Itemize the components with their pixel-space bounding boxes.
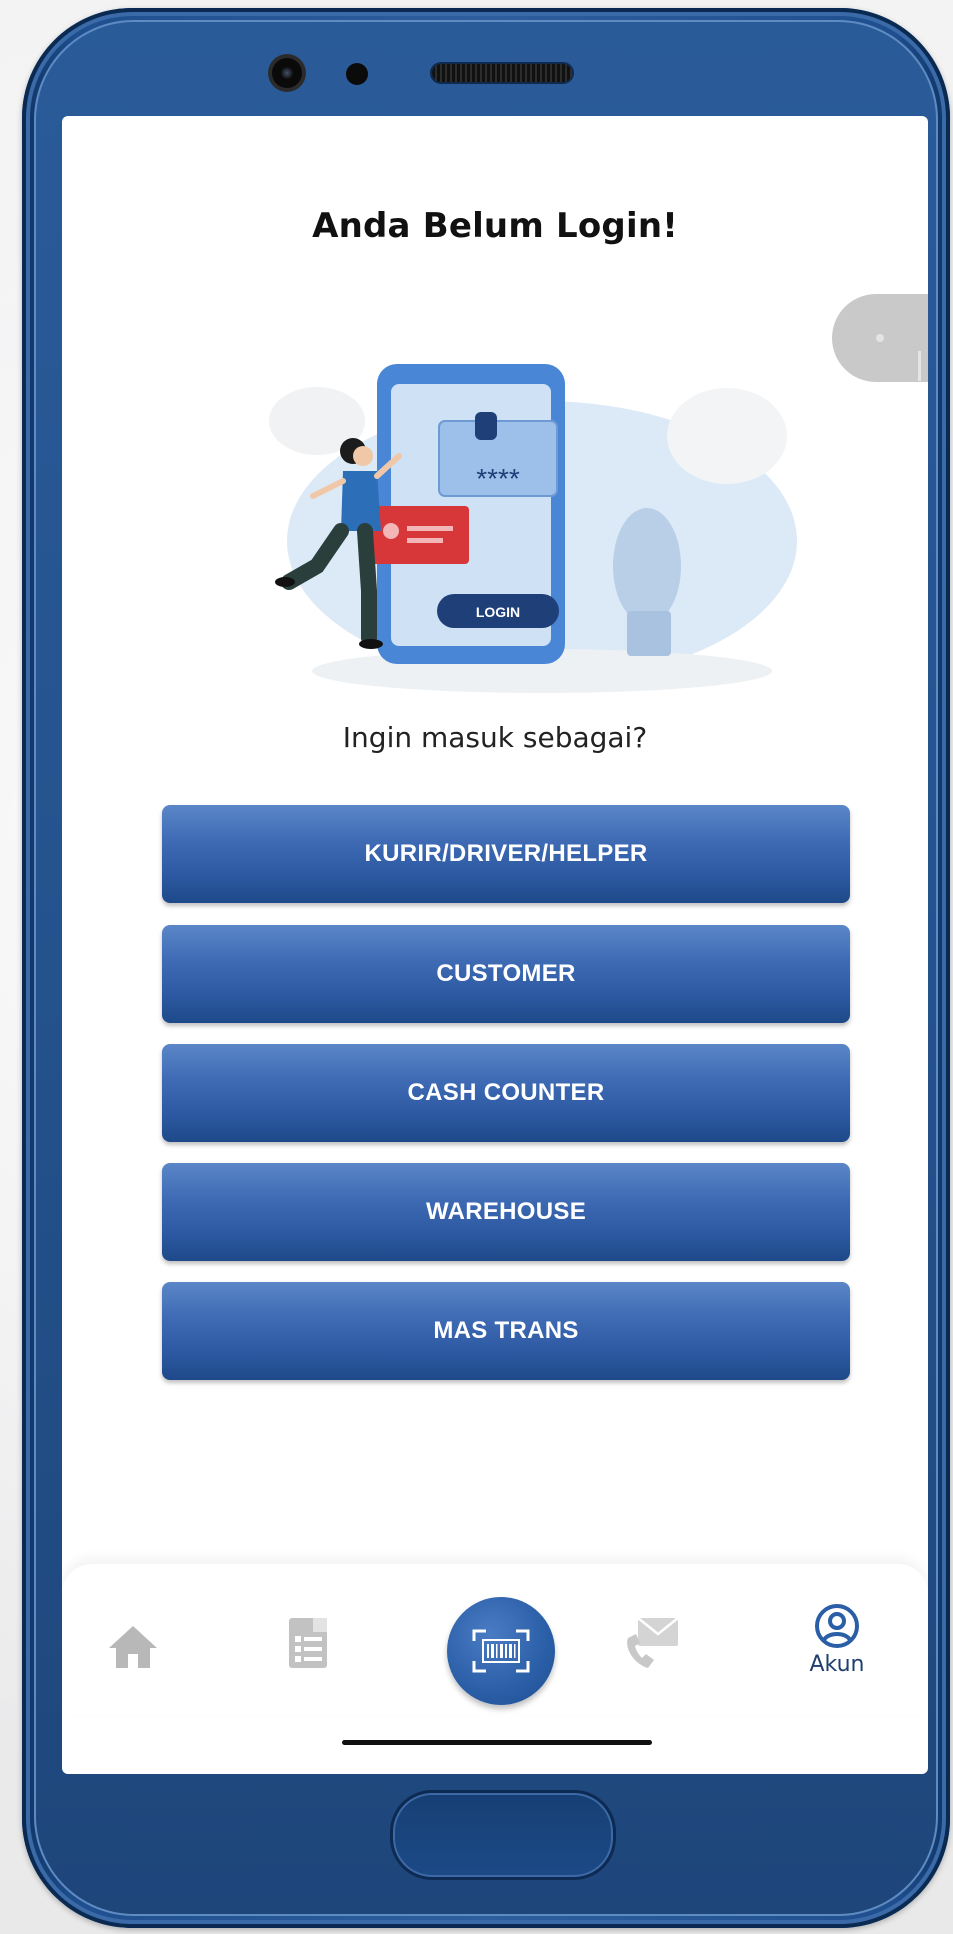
proximity-sensor [346, 63, 368, 85]
front-camera [272, 58, 302, 88]
illustration-login-label: LOGIN [476, 604, 520, 620]
woman-leg [357, 523, 377, 646]
lock-icon [475, 412, 497, 440]
id-card-line [407, 538, 443, 543]
role-button-label: WAREHOUSE [425, 1198, 587, 1225]
role-prompt: Ingin masuk sebagai? [342, 721, 648, 754]
nav-contact[interactable] [620, 1614, 682, 1672]
role-button-label: MAS TRANS [433, 1317, 579, 1344]
role-button-customer[interactable]: CUSTOMER [162, 925, 850, 1023]
contact-icon [627, 1617, 679, 1668]
nav-home[interactable] [107, 1624, 159, 1670]
id-card [369, 506, 469, 564]
role-button-label: CUSTOMER [436, 960, 576, 987]
side-handle-line [918, 351, 921, 381]
home-icon [109, 1626, 157, 1668]
nav-account[interactable]: Akun [797, 1604, 877, 1694]
earpiece-speaker [432, 64, 572, 82]
role-button-kurir[interactable]: KURIR/DRIVER/HELPER [162, 805, 850, 903]
phone-screen: Anda Belum Login! **** LOGIN Ingin masuk… [62, 116, 928, 1774]
password-mask: **** [476, 463, 520, 494]
woman-face [353, 446, 373, 466]
account-icon [815, 1604, 859, 1648]
report-icon [289, 1618, 327, 1668]
role-button-cash-counter[interactable]: CASH COUNTER [162, 1044, 850, 1142]
woman-shoe [359, 639, 383, 649]
bottom-navigation: Akun [62, 1564, 928, 1714]
id-card-avatar [383, 523, 399, 539]
plant-pot [627, 611, 671, 656]
nav-report[interactable] [287, 1616, 329, 1670]
page-title: Anda Belum Login! [312, 206, 678, 246]
hardware-home-button [390, 1790, 616, 1880]
role-button-label: CASH COUNTER [407, 1079, 605, 1106]
woman-shoe [275, 577, 295, 587]
nav-account-label: Akun [809, 1652, 865, 1677]
woman-shirt [341, 471, 381, 531]
floating-side-handle[interactable] [832, 294, 928, 382]
login-illustration: **** LOGIN [269, 364, 797, 693]
role-button-warehouse[interactable]: WAREHOUSE [162, 1163, 850, 1261]
id-card-line [407, 526, 453, 531]
home-indicator-bar [342, 1740, 652, 1745]
role-button-mas-trans[interactable]: MAS TRANS [162, 1282, 850, 1380]
nav-scan-button[interactable] [447, 1597, 555, 1705]
role-button-label: KURIR/DRIVER/HELPER [364, 840, 648, 867]
plant-leaf [613, 508, 681, 624]
cloud-right [667, 388, 787, 484]
barcode-scan-icon [472, 1629, 530, 1673]
